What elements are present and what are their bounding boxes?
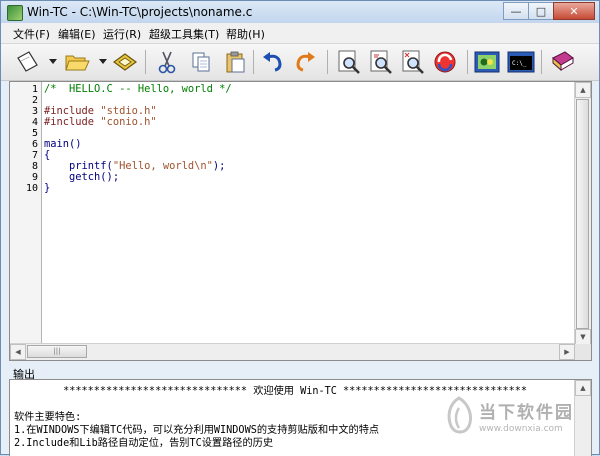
close-button[interactable]: ✕ xyxy=(553,2,595,20)
horizontal-scroll-thumb[interactable]: ||| xyxy=(27,345,87,358)
toolbar-separator xyxy=(467,50,468,74)
help-book-icon[interactable] xyxy=(549,48,577,76)
svg-text:C:\_: C:\_ xyxy=(512,60,527,67)
line-number: 4 xyxy=(31,117,38,128)
title-bar[interactable]: Win-TC - C:\Win-TC\projects\noname.c — □… xyxy=(1,1,599,23)
maximize-button[interactable]: □ xyxy=(528,2,554,20)
code-line[interactable]: getch(); xyxy=(44,172,119,183)
line-number: 2 xyxy=(31,95,38,106)
cut-icon[interactable] xyxy=(153,48,181,76)
find-icon[interactable] xyxy=(335,48,363,76)
scroll-right-icon[interactable]: ▶ xyxy=(559,344,575,360)
menu-tools[interactable]: 超级工具集(T) xyxy=(149,26,219,42)
watermark-text: 当下软件园 xyxy=(479,403,574,423)
output-line: 2.Include和Lib路径自动定位，告别TC设置路径的历史 xyxy=(14,438,274,449)
code-token: ); xyxy=(212,160,226,172)
scroll-left-icon[interactable]: ◀ xyxy=(10,344,26,360)
watermark-url: www.downxia.com xyxy=(479,424,563,434)
code-token: "conio.h" xyxy=(100,116,157,128)
code-line[interactable]: #include "conio.h" xyxy=(44,117,157,128)
editor-horizontal-scrollbar[interactable]: ◀ ||| ▶ xyxy=(10,343,575,360)
run-console-icon[interactable]: C:\_ xyxy=(507,48,535,76)
menu-help[interactable]: 帮助(H) xyxy=(226,26,265,42)
line-number: 6 xyxy=(31,139,38,150)
save-icon[interactable] xyxy=(111,48,139,76)
find-next-icon[interactable] xyxy=(367,48,395,76)
code-token: getch(); xyxy=(44,171,120,183)
output-line: ****************************** 欢迎使用 Win-… xyxy=(14,386,528,397)
window-controls: — □ ✕ xyxy=(503,2,595,20)
toolbar-separator xyxy=(327,50,328,74)
menu-bar: 文件(F) 编辑(E) 运行(R) 超级工具集(T) 帮助(H) xyxy=(1,23,599,44)
code-line[interactable]: /* HELLO.C -- Hello, world */ xyxy=(44,84,232,95)
line-number: 3 xyxy=(31,106,38,117)
scroll-down-icon[interactable]: ▼ xyxy=(575,329,591,345)
menu-run[interactable]: 运行(R) xyxy=(103,26,141,42)
line-number: 1 xyxy=(31,84,38,95)
window-title: Win-TC - C:\Win-TC\projects\noname.c xyxy=(27,5,253,19)
open-folder-icon[interactable] xyxy=(63,48,91,76)
vertical-scroll-thumb[interactable] xyxy=(576,99,589,329)
code-token: "Hello, world\n" xyxy=(112,160,213,172)
line-number: 7 xyxy=(31,150,38,161)
toolbar-separator xyxy=(145,50,146,74)
line-number: 10 xyxy=(25,183,38,194)
menu-file[interactable]: 文件(F) xyxy=(13,26,50,42)
watermark-logo-icon xyxy=(447,396,473,434)
copy-icon[interactable] xyxy=(187,48,215,76)
line-number-gutter: 1 2 3 4 5 6 7 8 9 10 xyxy=(10,82,42,345)
menu-edit[interactable]: 编辑(E) xyxy=(58,26,96,42)
editor-vertical-scrollbar[interactable]: ▲ ▼ xyxy=(574,82,591,345)
scroll-up-icon[interactable]: ▲ xyxy=(575,82,591,98)
scrollbar-corner xyxy=(575,344,591,360)
find-prev-icon[interactable] xyxy=(399,48,427,76)
undo-icon[interactable] xyxy=(259,48,287,76)
code-editor[interactable]: 1 2 3 4 5 6 7 8 9 10 /* HELLO.C -- Hello… xyxy=(9,81,592,361)
scroll-up-icon[interactable]: ▲ xyxy=(575,380,591,396)
new-dropdown-arrow[interactable] xyxy=(49,59,57,64)
code-token: #include xyxy=(44,116,101,128)
code-line[interactable]: } xyxy=(44,183,50,194)
new-file-icon[interactable] xyxy=(13,48,41,76)
toolbar-separator xyxy=(541,50,542,74)
watermark: 当下软件园 www.downxia.com xyxy=(443,396,593,456)
open-dropdown-arrow[interactable] xyxy=(99,59,107,64)
app-icon xyxy=(7,5,23,21)
minimize-button[interactable]: — xyxy=(503,2,529,20)
line-number: 5 xyxy=(31,128,38,139)
line-number: 8 xyxy=(31,161,38,172)
replace-icon[interactable] xyxy=(431,48,459,76)
line-number: 9 xyxy=(31,172,38,183)
toolbar: C:\_ xyxy=(1,44,599,81)
main-window: Win-TC - C:\Win-TC\projects\noname.c — □… xyxy=(0,0,600,456)
redo-icon[interactable] xyxy=(291,48,319,76)
code-token: /* HELLO.C -- Hello, world */ xyxy=(44,83,232,95)
code-token: } xyxy=(44,182,51,194)
paste-icon[interactable] xyxy=(221,48,249,76)
toolbar-separator xyxy=(253,50,254,74)
compile-icon[interactable] xyxy=(473,48,501,76)
